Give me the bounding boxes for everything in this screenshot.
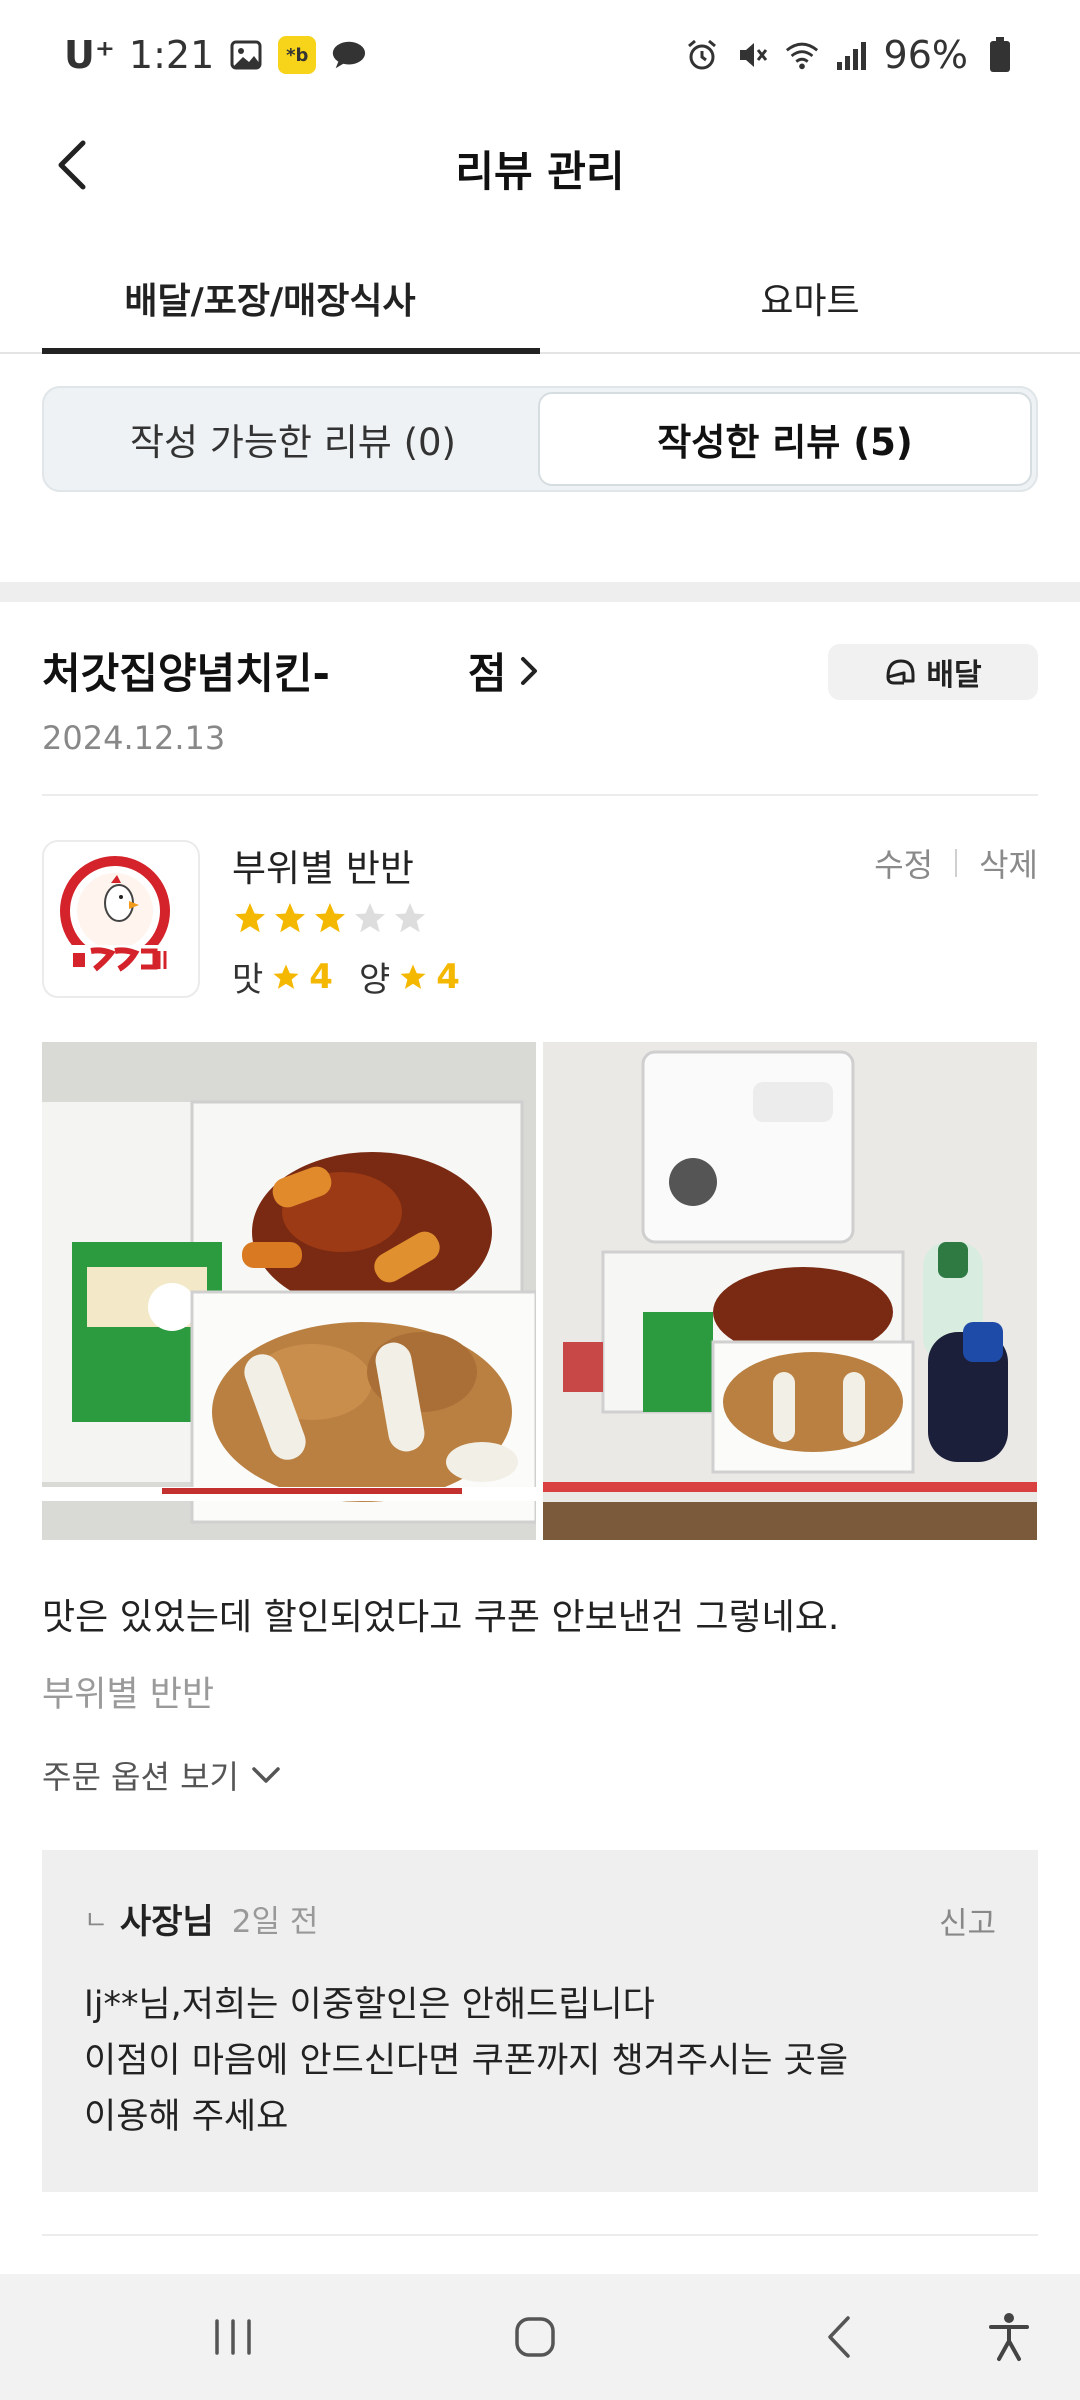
- store-divider: [42, 794, 1038, 796]
- helmet-icon: [886, 659, 915, 685]
- delivery-badge: 배달: [828, 644, 1038, 700]
- star-icon: [315, 903, 345, 933]
- written-reviews-button[interactable]: 작성한 리뷰 (5): [538, 392, 1032, 486]
- main-tabs: 배달/포장/매장식사 요마트: [0, 250, 1080, 354]
- review-menu-name: 부위별 반반: [232, 847, 414, 890]
- chevron-right-icon: [520, 656, 537, 685]
- taste-score: 4: [309, 956, 333, 997]
- status-left: U⁺ 1:21 *b: [64, 33, 366, 77]
- reply-line: 이점이 마음에 안드신다면 쿠폰까지 챙겨주시는 곳을: [84, 2041, 849, 2081]
- home-icon: [515, 2317, 555, 2357]
- taste-label: 맛: [232, 960, 264, 1000]
- report-button[interactable]: 신고: [939, 1898, 996, 1943]
- carrier-label: U⁺: [64, 33, 115, 77]
- clock: 1:21: [128, 33, 215, 77]
- star-icon: [273, 964, 299, 989]
- review-body: 맛은 있었는데 할인되었다고 쿠폰 안보낸건 그렇네요.: [42, 1597, 840, 1638]
- kakao-notification-icon: *b: [278, 36, 317, 74]
- chevron-down-icon: [252, 1767, 280, 1783]
- star-icon: [395, 903, 425, 933]
- alarm-icon: [684, 37, 720, 73]
- amount-label: 양: [358, 960, 391, 1000]
- cheogajip-logo-icon: [60, 856, 177, 975]
- review-photo-1[interactable]: [42, 1042, 537, 1540]
- signal-icon: [834, 37, 870, 73]
- gallery-icon: [228, 37, 264, 73]
- section-divider: [0, 582, 1080, 602]
- battery-icon: [982, 37, 1018, 73]
- star-rating: [232, 900, 428, 936]
- order-options-toggle[interactable]: 주문 옵션 보기: [42, 1752, 281, 1798]
- status-right: 96%: [684, 33, 1018, 77]
- store-name-part2: 점: [467, 649, 507, 698]
- system-nav-bar: [0, 2274, 1080, 2400]
- tab-delivery-pickup-dinein[interactable]: 배달/포장/매장식사: [0, 250, 540, 354]
- page-title: 리뷰 관리: [455, 147, 625, 196]
- kakao-badge-text: *b: [286, 44, 309, 66]
- reply-line: 이용해 주세요: [84, 2097, 289, 2137]
- accessibility-icon: [989, 2313, 1029, 2361]
- action-separator: [955, 849, 958, 877]
- back-arrow-icon: [828, 2316, 850, 2358]
- reply-text: lj**님,저희는 이중할인은 안해드립니다 이점이 마음에 안드신다면 쿠폰까…: [84, 1977, 996, 2145]
- star-icon: [355, 903, 385, 933]
- star-icon: [235, 903, 265, 933]
- review-end-divider: [42, 2234, 1038, 2236]
- recents-icon: [215, 2319, 251, 2355]
- store-header: 처갓집양념치킨- 점 2024.12.13 배달: [42, 640, 1038, 760]
- order-date: 2024.12.13: [42, 719, 226, 757]
- mute-icon: [734, 37, 770, 73]
- reply-corner-mark: ㄴ: [84, 1906, 108, 1936]
- reply-line: lj**님,저희는 이중할인은 안해드립니다: [84, 1985, 655, 2025]
- status-bar: U⁺ 1:21 *b 96%: [0, 0, 1080, 110]
- tab-yomart[interactable]: 요마트: [540, 250, 1080, 352]
- review-photo-2[interactable]: [543, 1042, 1038, 1540]
- edit-button[interactable]: 수정: [874, 840, 933, 886]
- store-logo: [42, 840, 200, 998]
- delete-button[interactable]: 삭제: [979, 840, 1038, 886]
- home-button[interactable]: [502, 2304, 568, 2370]
- accessibility-button[interactable]: [976, 2304, 1042, 2370]
- recent-apps-button[interactable]: [200, 2304, 266, 2370]
- store-name-part1: 처갓집양념치킨-: [42, 649, 330, 698]
- amount-score: 4: [436, 956, 460, 997]
- review-photos: [42, 1042, 1038, 1540]
- delivery-badge-label: 배달: [926, 658, 982, 693]
- reply-author: 사장님: [119, 1902, 214, 1942]
- reply-time: 2일 전: [231, 1904, 319, 1940]
- battery-percent: 96%: [883, 33, 968, 77]
- app-header: 리뷰 관리: [0, 110, 1080, 220]
- order-options-label: 주문 옵션 보기: [42, 1758, 239, 1796]
- review-menu-line: 부위별 반반: [42, 1675, 215, 1715]
- review-actions: 수정 삭제: [874, 840, 1038, 886]
- star-icon: [400, 964, 426, 989]
- chat-bubble-icon: [330, 37, 366, 73]
- star-icon: [275, 903, 305, 933]
- owner-reply: ㄴ 사장님 2일 전 신고 lj**님,저희는 이중할인은 안해드립니다 이점이…: [42, 1850, 1038, 2192]
- reply-header: ㄴ 사장님 2일 전: [84, 1894, 996, 1943]
- nav-back-button[interactable]: [806, 2304, 872, 2370]
- wifi-icon: [784, 37, 820, 73]
- review-filter-segment: 작성 가능한 리뷰 (0) 작성한 리뷰 (5): [42, 386, 1038, 492]
- detail-ratings: 맛 4 양 4: [232, 952, 478, 1001]
- writable-reviews-button[interactable]: 작성 가능한 리뷰 (0): [48, 392, 538, 486]
